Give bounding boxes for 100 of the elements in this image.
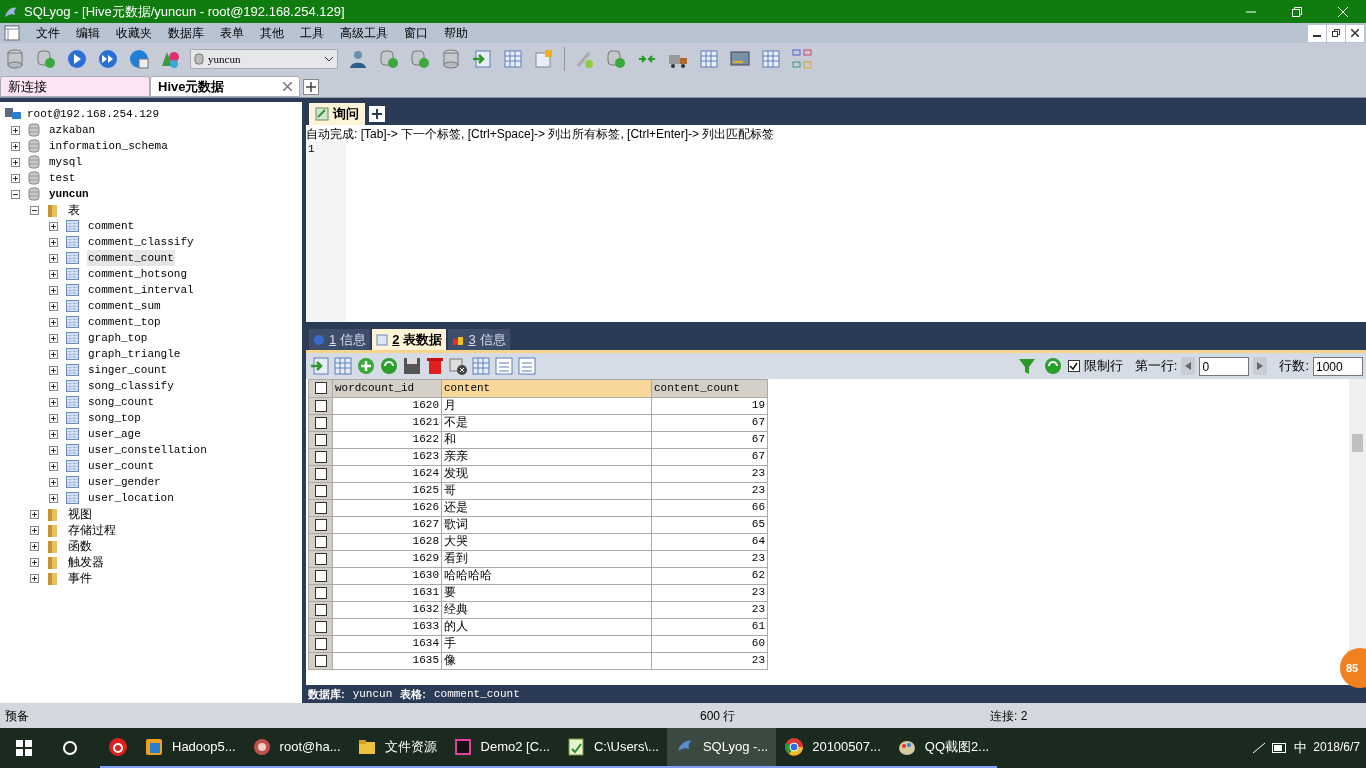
checkbox[interactable] — [314, 620, 327, 633]
tree-item[interactable]: azkaban — [48, 121, 97, 139]
tree-item[interactable]: 存储过程 — [67, 521, 117, 539]
expand-icon[interactable] — [49, 333, 58, 343]
save-icon[interactable] — [401, 355, 423, 377]
tree-item[interactable]: user_age — [87, 425, 142, 443]
tree-item[interactable]: graph_top — [87, 329, 149, 347]
execute-icon[interactable] — [66, 48, 88, 70]
menu-item[interactable]: 数据库 — [160, 24, 212, 42]
add-row-icon[interactable] — [355, 355, 377, 377]
expand-icon[interactable] — [49, 349, 58, 359]
checkbox[interactable] — [314, 586, 327, 599]
music-app-icon[interactable] — [108, 737, 128, 757]
close-icon[interactable] — [283, 82, 292, 91]
previous-button[interactable] — [1181, 357, 1196, 375]
network-icon[interactable] — [1252, 741, 1267, 755]
menu-item[interactable]: 收藏夹 — [108, 24, 160, 42]
expand-icon[interactable] — [49, 429, 58, 439]
tree-item[interactable]: comment_hotsong — [87, 265, 189, 283]
expand-icon[interactable] — [49, 477, 58, 487]
search-icon[interactable] — [62, 740, 78, 756]
expand-icon[interactable] — [11, 141, 20, 151]
expand-icon[interactable] — [49, 365, 58, 375]
execute-all-icon[interactable] — [97, 48, 119, 70]
checkbox[interactable] — [314, 399, 327, 412]
checkbox[interactable] — [314, 603, 327, 616]
connection-tab[interactable]: 新连接 — [0, 76, 150, 97]
expand-icon[interactable] — [49, 237, 58, 247]
tree-item[interactable]: graph_triangle — [87, 345, 182, 363]
tree-item[interactable]: test — [48, 169, 77, 187]
taskbar-button[interactable]: root@ha... — [243, 728, 349, 768]
collapse-icon[interactable] — [30, 205, 39, 215]
tree-item[interactable]: comment_count — [87, 249, 175, 267]
expand-icon[interactable] — [49, 253, 58, 263]
checkbox[interactable] — [314, 382, 327, 395]
row-count-field[interactable]: 1000 — [1313, 356, 1363, 376]
user-icon[interactable] — [347, 48, 369, 70]
result-tab[interactable]: 1 信息 — [309, 329, 371, 350]
taskbar-button[interactable]: 文件资源 — [348, 728, 445, 768]
tree-item[interactable]: 函数 — [67, 537, 93, 555]
tree-item[interactable]: 触发器 — [67, 553, 105, 571]
shell-app-icon[interactable] — [251, 737, 272, 757]
taskbar-button[interactable]: SQLyog -... — [666, 728, 777, 768]
expand-icon[interactable] — [30, 557, 39, 567]
tree-item[interactable]: comment_interval — [87, 281, 195, 299]
tree-item[interactable]: information_schema — [48, 137, 169, 155]
taskbar-button[interactable]: Demo2 [C... — [444, 728, 558, 768]
browser-app-icon[interactable] — [784, 737, 805, 757]
tree-item[interactable]: user_count — [87, 457, 155, 475]
checkbox[interactable] — [314, 484, 327, 497]
tree-item[interactable]: mysql — [48, 153, 83, 171]
taskbar-button[interactable]: Hadoop5... — [136, 728, 244, 768]
menu-item[interactable]: 工具 — [292, 24, 332, 42]
tree-item[interactable]: user_constellation — [87, 441, 208, 459]
doc-minimize-button[interactable] — [1308, 24, 1326, 42]
checkbox[interactable] — [314, 654, 327, 667]
delete-icon[interactable] — [424, 355, 446, 377]
ide-app-icon[interactable] — [452, 737, 473, 757]
next-button[interactable] — [1253, 357, 1268, 375]
taskbar-button[interactable]: 20100507... — [776, 728, 889, 768]
import-table-icon[interactable] — [471, 48, 493, 70]
tree-item[interactable]: comment_classify — [87, 233, 195, 251]
menu-item[interactable]: 编辑 — [68, 24, 108, 42]
tree-item[interactable]: yuncun — [48, 185, 90, 203]
tree-item[interactable]: 视图 — [67, 505, 93, 523]
checkbox[interactable] — [314, 416, 327, 429]
expand-icon[interactable] — [49, 317, 58, 327]
tree-item[interactable]: song_count — [87, 393, 155, 411]
expand-icon[interactable] — [49, 269, 58, 279]
expand-icon[interactable] — [49, 493, 58, 503]
folder-app-icon[interactable] — [356, 737, 377, 757]
expand-icon[interactable] — [30, 541, 39, 551]
query-builder-icon[interactable] — [128, 48, 150, 70]
tree-item[interactable]: user_gender — [87, 473, 162, 491]
expand-icon[interactable] — [49, 445, 58, 455]
column-header[interactable]: content_count — [651, 379, 768, 397]
add-tab-button[interactable] — [303, 79, 319, 95]
editor-app-icon[interactable] — [565, 737, 586, 757]
checkbox[interactable] — [314, 433, 327, 446]
checkbox[interactable] — [314, 518, 327, 531]
expand-icon[interactable] — [11, 173, 20, 183]
first-row-field[interactable]: 0 — [1199, 356, 1250, 376]
expand-icon[interactable] — [49, 413, 58, 423]
collapse-icon[interactable] — [11, 189, 20, 199]
checkbox[interactable] — [314, 637, 327, 650]
expand-icon[interactable] — [49, 221, 58, 231]
add-query-button[interactable] — [369, 106, 385, 122]
tree-item[interactable]: user_location — [87, 489, 175, 507]
battery-icon[interactable] — [1272, 743, 1289, 753]
taskbar-button[interactable]: QQ截图2... — [888, 728, 998, 768]
checkbox[interactable] — [314, 569, 327, 582]
expand-icon[interactable] — [49, 381, 58, 391]
doc-restore-button[interactable] — [1327, 24, 1345, 42]
menu-item[interactable]: 帮助 — [436, 24, 476, 42]
database-dropdown[interactable]: yuncun — [190, 49, 338, 69]
result-tab[interactable]: 3 信息 — [448, 329, 510, 350]
tree-item[interactable]: root@192.168.254.129 — [27, 105, 160, 123]
tree-item[interactable]: comment_top — [87, 313, 162, 331]
expand-icon[interactable] — [49, 397, 58, 407]
menu-item[interactable]: 表单 — [212, 24, 252, 42]
